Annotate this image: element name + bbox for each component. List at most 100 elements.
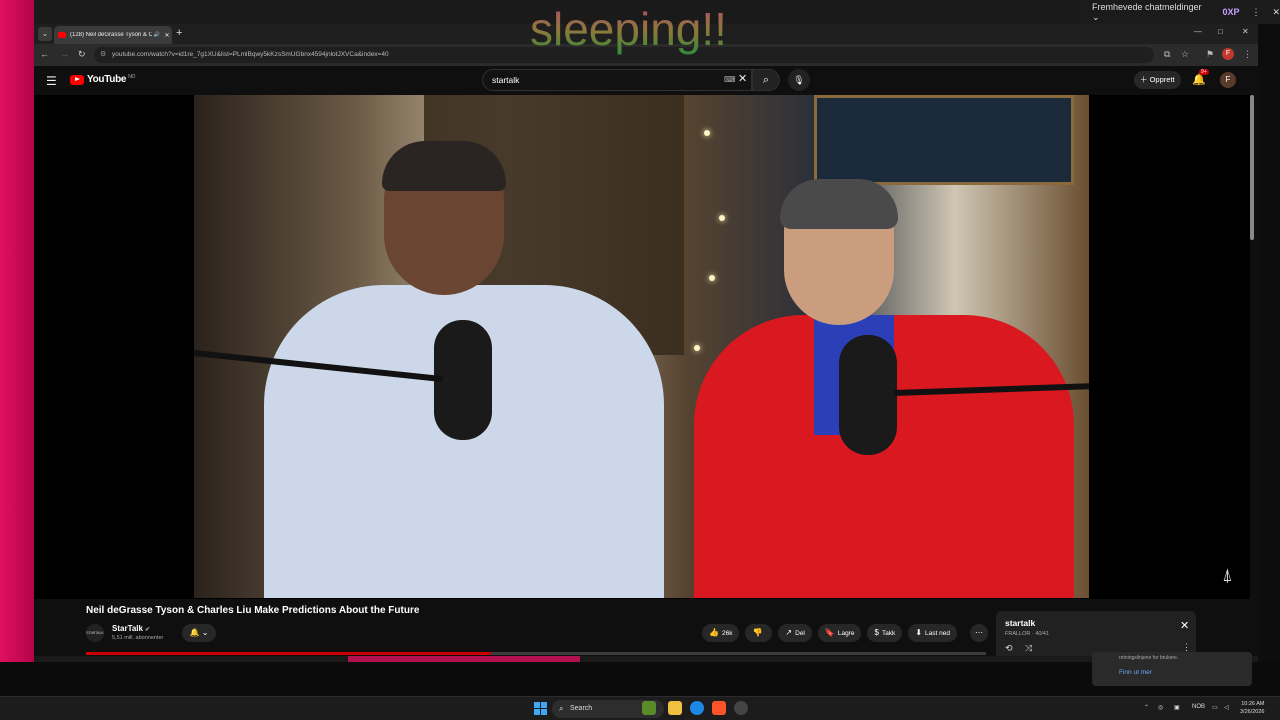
video-frame[interactable]: [194, 95, 1089, 598]
brave-icon[interactable]: [712, 701, 726, 715]
browser-window: ⌄ (128) Neil deGrasse Tyson & Charle 🔊 ✕…: [34, 24, 1258, 656]
reload-icon[interactable]: ↻: [78, 49, 86, 60]
youtube-play-icon: [70, 74, 84, 85]
install-icon[interactable]: ⧉: [1164, 49, 1170, 60]
close-icon[interactable]: ✕: [1272, 7, 1280, 18]
download-button[interactable]: ⬇ Last ned: [908, 624, 957, 642]
toast-text: retningslinjene for brukere.: [1119, 655, 1179, 661]
language-indicator[interactable]: NOB: [1192, 704, 1205, 710]
string-light: [704, 130, 710, 136]
playlist-panel[interactable]: startalk FRALLOR · 40/41 ✕ ⟲ ⤨ ⋮: [996, 611, 1196, 656]
thanks-button[interactable]: $ Takk: [867, 624, 903, 642]
thumbs-down-icon: 👎: [752, 628, 763, 637]
tab-list-button[interactable]: ⌄: [38, 27, 52, 41]
browser-menu-icon[interactable]: ⋮: [1243, 49, 1252, 60]
clock-time: 10:26 AM: [1241, 701, 1265, 707]
network-icon[interactable]: ▭: [1212, 704, 1218, 711]
account-avatar[interactable]: F: [1220, 72, 1236, 88]
search-input[interactable]: startalk: [482, 69, 752, 91]
like-button[interactable]: 👍 26k: [702, 624, 740, 642]
subscriber-count: 5,51 mill. abonnenter: [112, 635, 164, 641]
thanks-icon: $: [874, 628, 879, 637]
new-tab-button[interactable]: +: [176, 27, 182, 39]
save-label: Lagre: [837, 630, 855, 637]
maximize-button[interactable]: □: [1218, 27, 1223, 36]
desktop-right-edge: [1258, 20, 1280, 700]
guest-right-hair: [780, 179, 898, 229]
search-icon: ⌕: [559, 704, 564, 713]
taskbar-search-label: Search: [570, 705, 593, 712]
tray-app-icon[interactable]: ▣: [1174, 704, 1180, 711]
save-button[interactable]: 🔖 Lagre: [817, 624, 862, 642]
url-text: youtube.com/watch?v=id1re_7g1XU&list=PLm…: [112, 51, 389, 58]
back-arrow-icon[interactable]: ←: [40, 49, 49, 59]
create-button[interactable]: ＋ Opprett: [1134, 71, 1181, 89]
learn-more-link[interactable]: Finn ut mer: [1119, 669, 1152, 676]
forward-arrow-icon[interactable]: →: [60, 49, 69, 59]
keyboard-icon[interactable]: ⌨: [724, 75, 736, 84]
bookmark-star-icon[interactable]: ☆: [1181, 49, 1189, 60]
speaker-icon[interactable]: 🔊: [152, 32, 162, 38]
more-actions-button[interactable]: ⋯: [970, 624, 988, 642]
windows-start-icon[interactable]: [534, 702, 547, 715]
bookmark-icon: 🔖: [824, 628, 835, 637]
microphone-right: [839, 335, 897, 455]
taskbar-clock[interactable]: 10:26 AM 3/26/2026: [1240, 700, 1264, 716]
tab-title: (128) Neil deGrasse Tyson & Charle: [70, 32, 152, 38]
youtube-logo-text: YouTube: [87, 74, 127, 85]
search-highlight-icon[interactable]: [642, 701, 656, 715]
host-left-hair: [382, 141, 506, 191]
playlist-title[interactable]: startalk: [1005, 618, 1035, 628]
channel-name[interactable]: StarTalk ✔: [112, 624, 150, 633]
stream-overlay-text: sleeping!!: [530, 3, 727, 55]
scrollbar-thumb[interactable]: [1250, 95, 1254, 240]
share-button[interactable]: ↗ Del: [778, 624, 812, 642]
channel-avatar[interactable]: STARTALK: [86, 624, 104, 642]
search-button[interactable]: ⌕: [752, 69, 780, 91]
site-info-icon[interactable]: ⚙: [100, 47, 106, 63]
chrome-icon[interactable]: [690, 701, 704, 715]
microphone-icon[interactable]: 🎙: [788, 69, 810, 91]
video-title: Neil deGrasse Tyson & Charles Liu Make P…: [86, 605, 420, 616]
tray-overflow-icon[interactable]: ⌃: [1144, 704, 1149, 711]
extension-icon[interactable]: ⚑: [1206, 49, 1214, 60]
volume-icon[interactable]: ◁: [1224, 704, 1229, 711]
region-code: NO: [128, 73, 136, 80]
dislike-button[interactable]: 👎: [745, 624, 773, 642]
share-icon: ↗: [785, 628, 793, 637]
close-icon[interactable]: ✕: [1180, 619, 1189, 632]
desktop-pink-strip: [348, 656, 580, 662]
create-label: Opprett: [1149, 75, 1175, 84]
notification-toast: retningslinjene for brukere. Finn ut mer: [1092, 652, 1252, 686]
clear-search-icon[interactable]: ✕: [738, 72, 747, 85]
more-icon[interactable]: ⋮: [1251, 7, 1260, 18]
channel-watermark-icon: ⍋: [1222, 565, 1233, 585]
minimize-button[interactable]: —: [1194, 27, 1202, 36]
xp-badge: 0XP: [1222, 7, 1240, 17]
tab-youtube[interactable]: (128) Neil deGrasse Tyson & Charle 🔊 ✕: [54, 26, 172, 44]
desktop-bottom-area: [0, 662, 1280, 696]
youtube-header: ☰ YouTube NO startalk ⌨ ✕ ⌕ 🎙 ＋ Opprett …: [34, 66, 1258, 95]
notification-count-badge: 9+: [1199, 69, 1209, 75]
browser-profile-avatar[interactable]: F: [1222, 48, 1234, 60]
share-label: Del: [795, 630, 805, 637]
page-scrollbar[interactable]: [1250, 95, 1256, 655]
tray-app-icon[interactable]: ◎: [1158, 704, 1163, 711]
subscription-bell-button[interactable]: 🔔 ⌄: [182, 624, 216, 642]
shuffle-icon[interactable]: ⤨: [1025, 643, 1032, 654]
menu-hamburger-icon[interactable]: ☰: [46, 74, 57, 88]
file-explorer-icon[interactable]: [668, 701, 682, 715]
tab-close-icon[interactable]: ✕: [162, 32, 172, 39]
window-close-button[interactable]: ✕: [1242, 27, 1249, 36]
youtube-logo[interactable]: YouTube NO: [70, 74, 135, 85]
thanks-label: Takk: [881, 630, 896, 637]
recording-app-icon[interactable]: [734, 701, 748, 715]
progress-fill: [86, 652, 491, 655]
video-player[interactable]: ⍋: [34, 95, 1256, 599]
chat-widget-label[interactable]: Fremhevede chatmeldinger ⌄: [1092, 2, 1210, 23]
highlighted-chat-widget[interactable]: Fremhevede chatmeldinger ⌄ 0XP ⋮ ✕: [1082, 0, 1280, 24]
loop-icon[interactable]: ⟲: [1005, 643, 1013, 654]
download-icon: ⬇: [915, 628, 923, 637]
verified-icon: ✔: [144, 627, 151, 633]
comments-loading-bar: [86, 652, 986, 655]
